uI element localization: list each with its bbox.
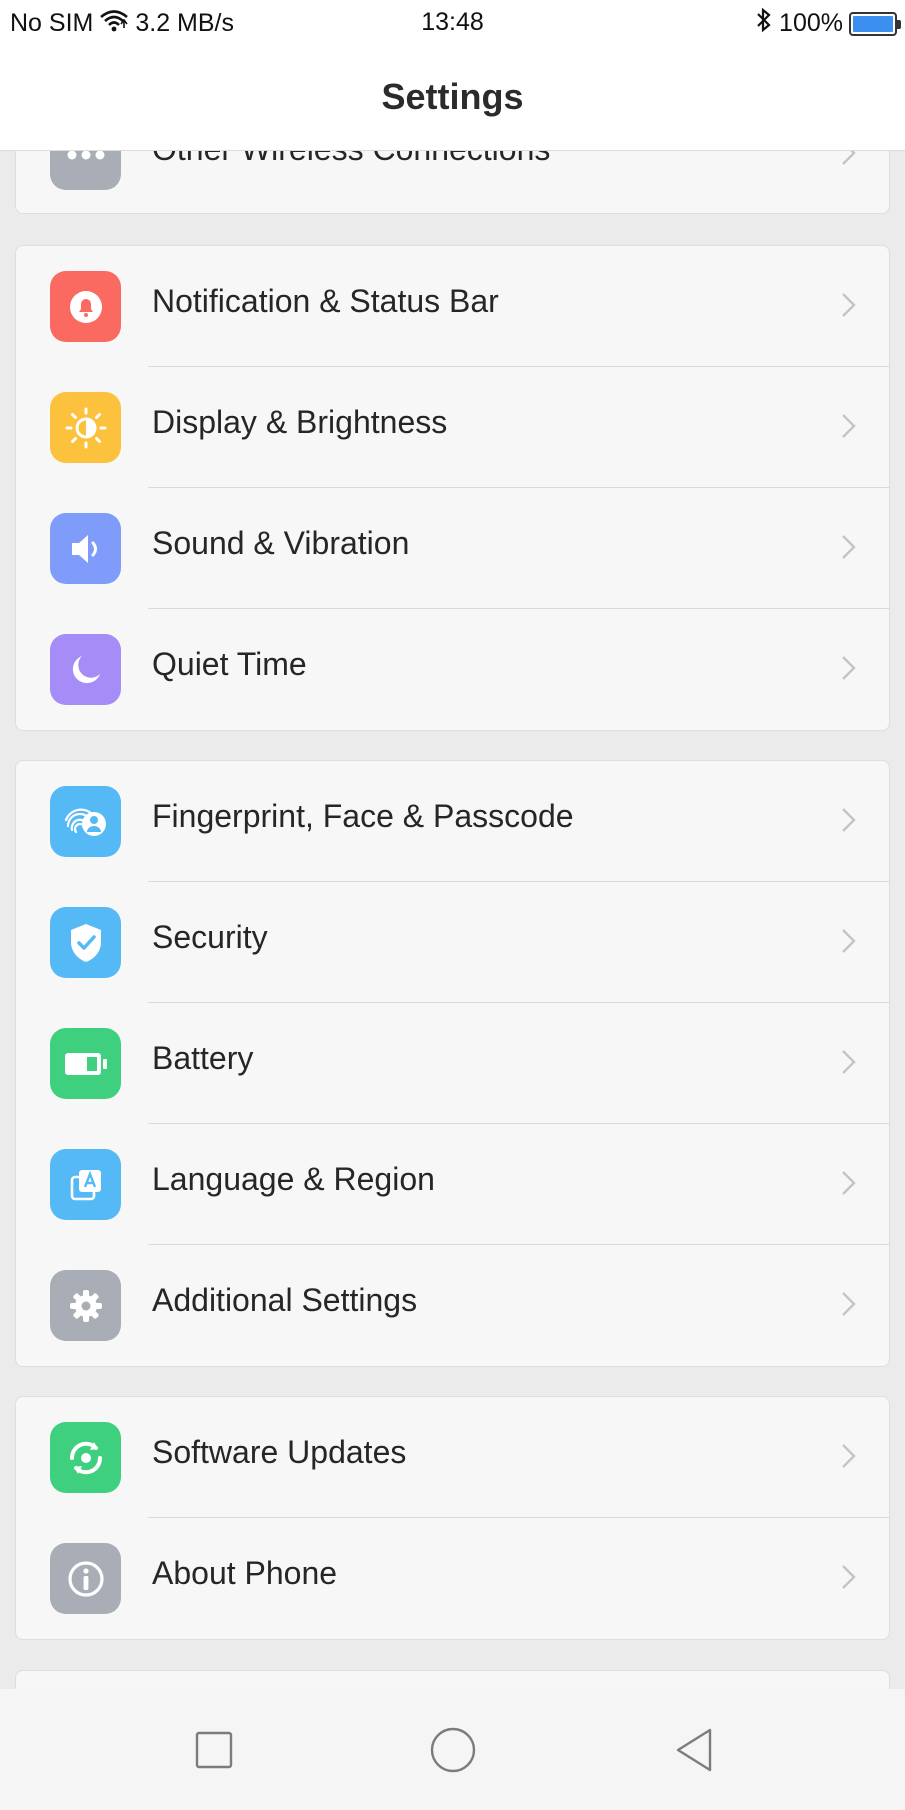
settings-item-label: Display & Brightness <box>152 404 448 440</box>
settings-item-label: Additional Settings <box>152 1282 418 1318</box>
settings-item-label: Language & Region <box>152 1161 435 1197</box>
settings-group-connections: Other Wireless Connections <box>15 151 890 214</box>
chevron-right-icon <box>839 532 859 562</box>
settings-item-sound-vibration[interactable]: Sound & Vibration <box>16 488 889 609</box>
page-title: Settings <box>381 76 524 117</box>
fingerprint-face-icon <box>50 786 121 857</box>
chevron-right-icon <box>839 653 859 683</box>
clock: 13:48 <box>421 8 484 36</box>
settings-group-next <box>15 1670 890 1689</box>
back-icon[interactable] <box>667 1723 721 1777</box>
app-header: Settings <box>0 46 905 151</box>
settings-item-label: Other Wireless Connections <box>152 151 550 168</box>
settings-item-label: Battery <box>152 1040 254 1076</box>
chevron-right-icon <box>839 805 859 835</box>
chevron-right-icon <box>839 411 859 441</box>
chevron-right-icon <box>839 1562 859 1592</box>
battery-icon <box>849 11 901 36</box>
settings-item-label: Software Updates <box>152 1434 407 1470</box>
status-bar: No SIM 3.2 MB/s 13:48 100% <box>0 0 905 46</box>
settings-item-label: Notification & Status Bar <box>152 283 499 319</box>
settings-item-fingerprint-face-passcode[interactable]: Fingerprint, Face & Passcode <box>16 761 889 882</box>
chevron-right-icon <box>839 1168 859 1198</box>
moon-icon <box>50 634 121 705</box>
info-icon <box>50 1543 121 1614</box>
settings-item-label: Sound & Vibration <box>152 525 410 561</box>
settings-item-about-phone[interactable]: About Phone <box>16 1518 889 1639</box>
settings-item-additional-settings[interactable]: Additional Settings <box>16 1245 889 1366</box>
settings-item-software-updates[interactable]: Software Updates <box>16 1397 889 1518</box>
settings-item-label: Fingerprint, Face & Passcode <box>152 798 574 834</box>
settings-group-security-system: Fingerprint, Face & Passcode Security Ba… <box>15 760 890 1367</box>
settings-item-security[interactable]: Security <box>16 882 889 1003</box>
settings-item-label: Quiet Time <box>152 646 307 682</box>
settings-item-language-region[interactable]: Language & Region <box>16 1124 889 1245</box>
brightness-icon <box>50 392 121 463</box>
settings-item-other-wireless-connections[interactable]: Other Wireless Connections <box>16 151 889 215</box>
language-icon <box>50 1149 121 1220</box>
bluetooth-icon <box>755 7 773 40</box>
chevron-right-icon <box>839 290 859 320</box>
chevron-right-icon <box>839 1441 859 1471</box>
update-icon <box>50 1422 121 1493</box>
bell-icon <box>50 271 121 342</box>
shield-icon <box>50 907 121 978</box>
recents-icon[interactable] <box>187 1723 241 1777</box>
gear-icon <box>50 1270 121 1341</box>
settings-item-notification-status-bar[interactable]: Notification & Status Bar <box>16 246 889 367</box>
settings-item-display-brightness[interactable]: Display & Brightness <box>16 367 889 488</box>
settings-item-quiet-time[interactable]: Quiet Time <box>16 609 889 730</box>
battery-setting-icon <box>50 1028 121 1099</box>
settings-item-battery[interactable]: Battery <box>16 1003 889 1124</box>
more-dots-icon <box>50 151 121 190</box>
chevron-right-icon <box>839 1047 859 1077</box>
settings-group-about: Software Updates About Phone <box>15 1396 890 1640</box>
home-icon[interactable] <box>426 1723 480 1777</box>
settings-list[interactable]: Other Wireless Connections Notification … <box>0 151 905 1689</box>
settings-item-label: Security <box>152 919 268 955</box>
chevron-right-icon <box>839 151 859 168</box>
settings-item-label: About Phone <box>152 1555 338 1591</box>
settings-group-display-sound: Notification & Status Bar Display & Brig… <box>15 245 890 731</box>
navigation-bar <box>0 1689 905 1810</box>
battery-percent: 100% <box>779 9 843 37</box>
speaker-icon <box>50 513 121 584</box>
chevron-right-icon <box>839 926 859 956</box>
chevron-right-icon <box>839 1289 859 1319</box>
